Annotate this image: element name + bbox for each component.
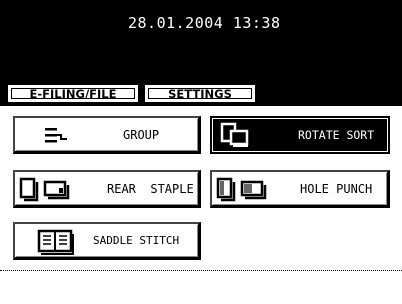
hole-punch-icon	[216, 177, 267, 202]
rotate-sort-icon	[220, 122, 249, 147]
rear-staple-icon	[19, 177, 70, 202]
group-icon	[45, 128, 67, 143]
saddle-stitch-icon	[37, 229, 74, 255]
rear-staple-button[interactable]: REAR STAPLE	[13, 170, 201, 208]
group-button[interactable]: GROUP	[13, 116, 201, 154]
rear-staple-label: REAR STAPLE	[107, 181, 194, 196]
tab-settings[interactable]: SETTINGS	[145, 85, 255, 102]
hole-punch-button[interactable]: HOLE PUNCH	[210, 170, 390, 208]
date-time-display: 28.01.2004 13:38	[128, 14, 281, 32]
group-label: GROUP	[123, 127, 160, 142]
tab-bar: E-FILING/FILE SETTINGS	[0, 80, 402, 104]
saddle-stitch-button[interactable]: SADDLE STITCH	[13, 222, 201, 260]
tab-divider	[0, 104, 402, 106]
rotate-sort-button[interactable]: ROTATE SORT	[210, 116, 390, 154]
tab-label: SETTINGS	[168, 87, 232, 101]
tab-e-filing-file[interactable]: E-FILING/FILE	[8, 85, 138, 102]
panel-divider	[0, 270, 402, 271]
status-bar: 28.01.2004 13:38	[0, 0, 402, 80]
tab-label: E-FILING/FILE	[29, 87, 117, 101]
rotate-sort-label: ROTATE SORT	[298, 128, 375, 142]
saddle-stitch-label: SADDLE STITCH	[93, 234, 180, 247]
hole-punch-label: HOLE PUNCH	[300, 181, 373, 196]
